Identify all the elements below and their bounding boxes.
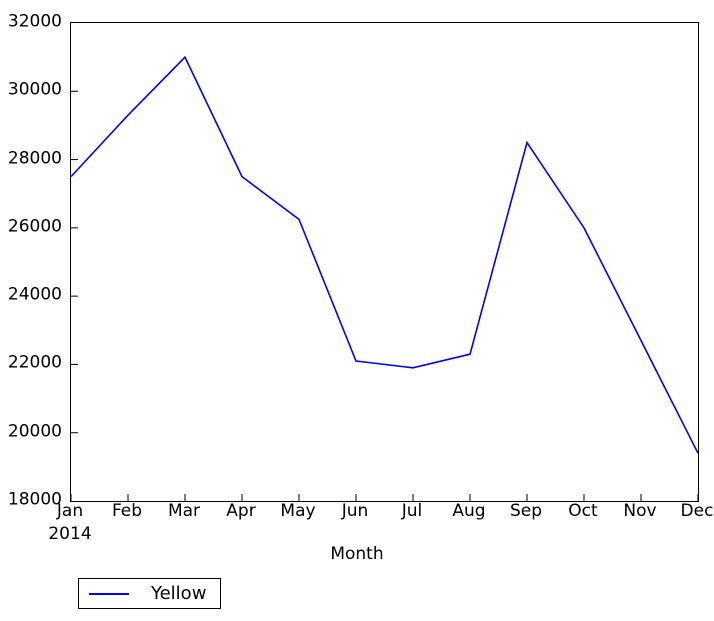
x-tick-label: Oct xyxy=(568,501,598,521)
x-tick-label: Sep xyxy=(509,501,543,521)
y-tick-label: 30000 xyxy=(7,79,62,100)
data-series-line xyxy=(70,55,699,454)
y-tick-label: 28000 xyxy=(7,148,62,169)
x-tick-label: Aug xyxy=(452,501,486,521)
x-tick-label: Dec xyxy=(680,501,714,521)
y-axis-ticks xyxy=(71,90,78,434)
x-tick-label: Mar xyxy=(167,501,201,521)
y-tick-label: 22000 xyxy=(7,352,62,373)
y-tick-label: 20000 xyxy=(7,421,62,442)
chart-figure: 18000 20000 22000 24000 26000 28000 30000 32000… xyxy=(0,0,714,621)
x-tick-sublabel: 2014 xyxy=(48,524,92,544)
y-tick-label: 18000 xyxy=(7,489,62,510)
x-tick-label: Jun xyxy=(341,501,369,521)
x-tick-label: Feb xyxy=(111,501,143,521)
legend-item-label: Yellow xyxy=(151,582,207,604)
chart-legend: Yellow xyxy=(78,578,222,609)
plot-svg xyxy=(70,55,699,501)
legend-line-swatch xyxy=(89,592,129,595)
x-tick-label: Jan xyxy=(56,501,84,521)
y-tick-label: 32000 xyxy=(7,11,62,32)
y-tick-label: 26000 xyxy=(7,216,62,237)
x-axis-label: Month xyxy=(330,544,384,564)
y-tick-label: 24000 xyxy=(7,284,62,305)
plot-area xyxy=(70,22,699,502)
x-axis-ticks xyxy=(70,494,699,501)
x-tick-label: Apr xyxy=(226,501,256,521)
series-group xyxy=(70,55,699,454)
x-tick-label: Jul xyxy=(401,501,423,521)
x-tick-label: Nov xyxy=(623,501,657,521)
x-tick-label: May xyxy=(280,501,316,521)
